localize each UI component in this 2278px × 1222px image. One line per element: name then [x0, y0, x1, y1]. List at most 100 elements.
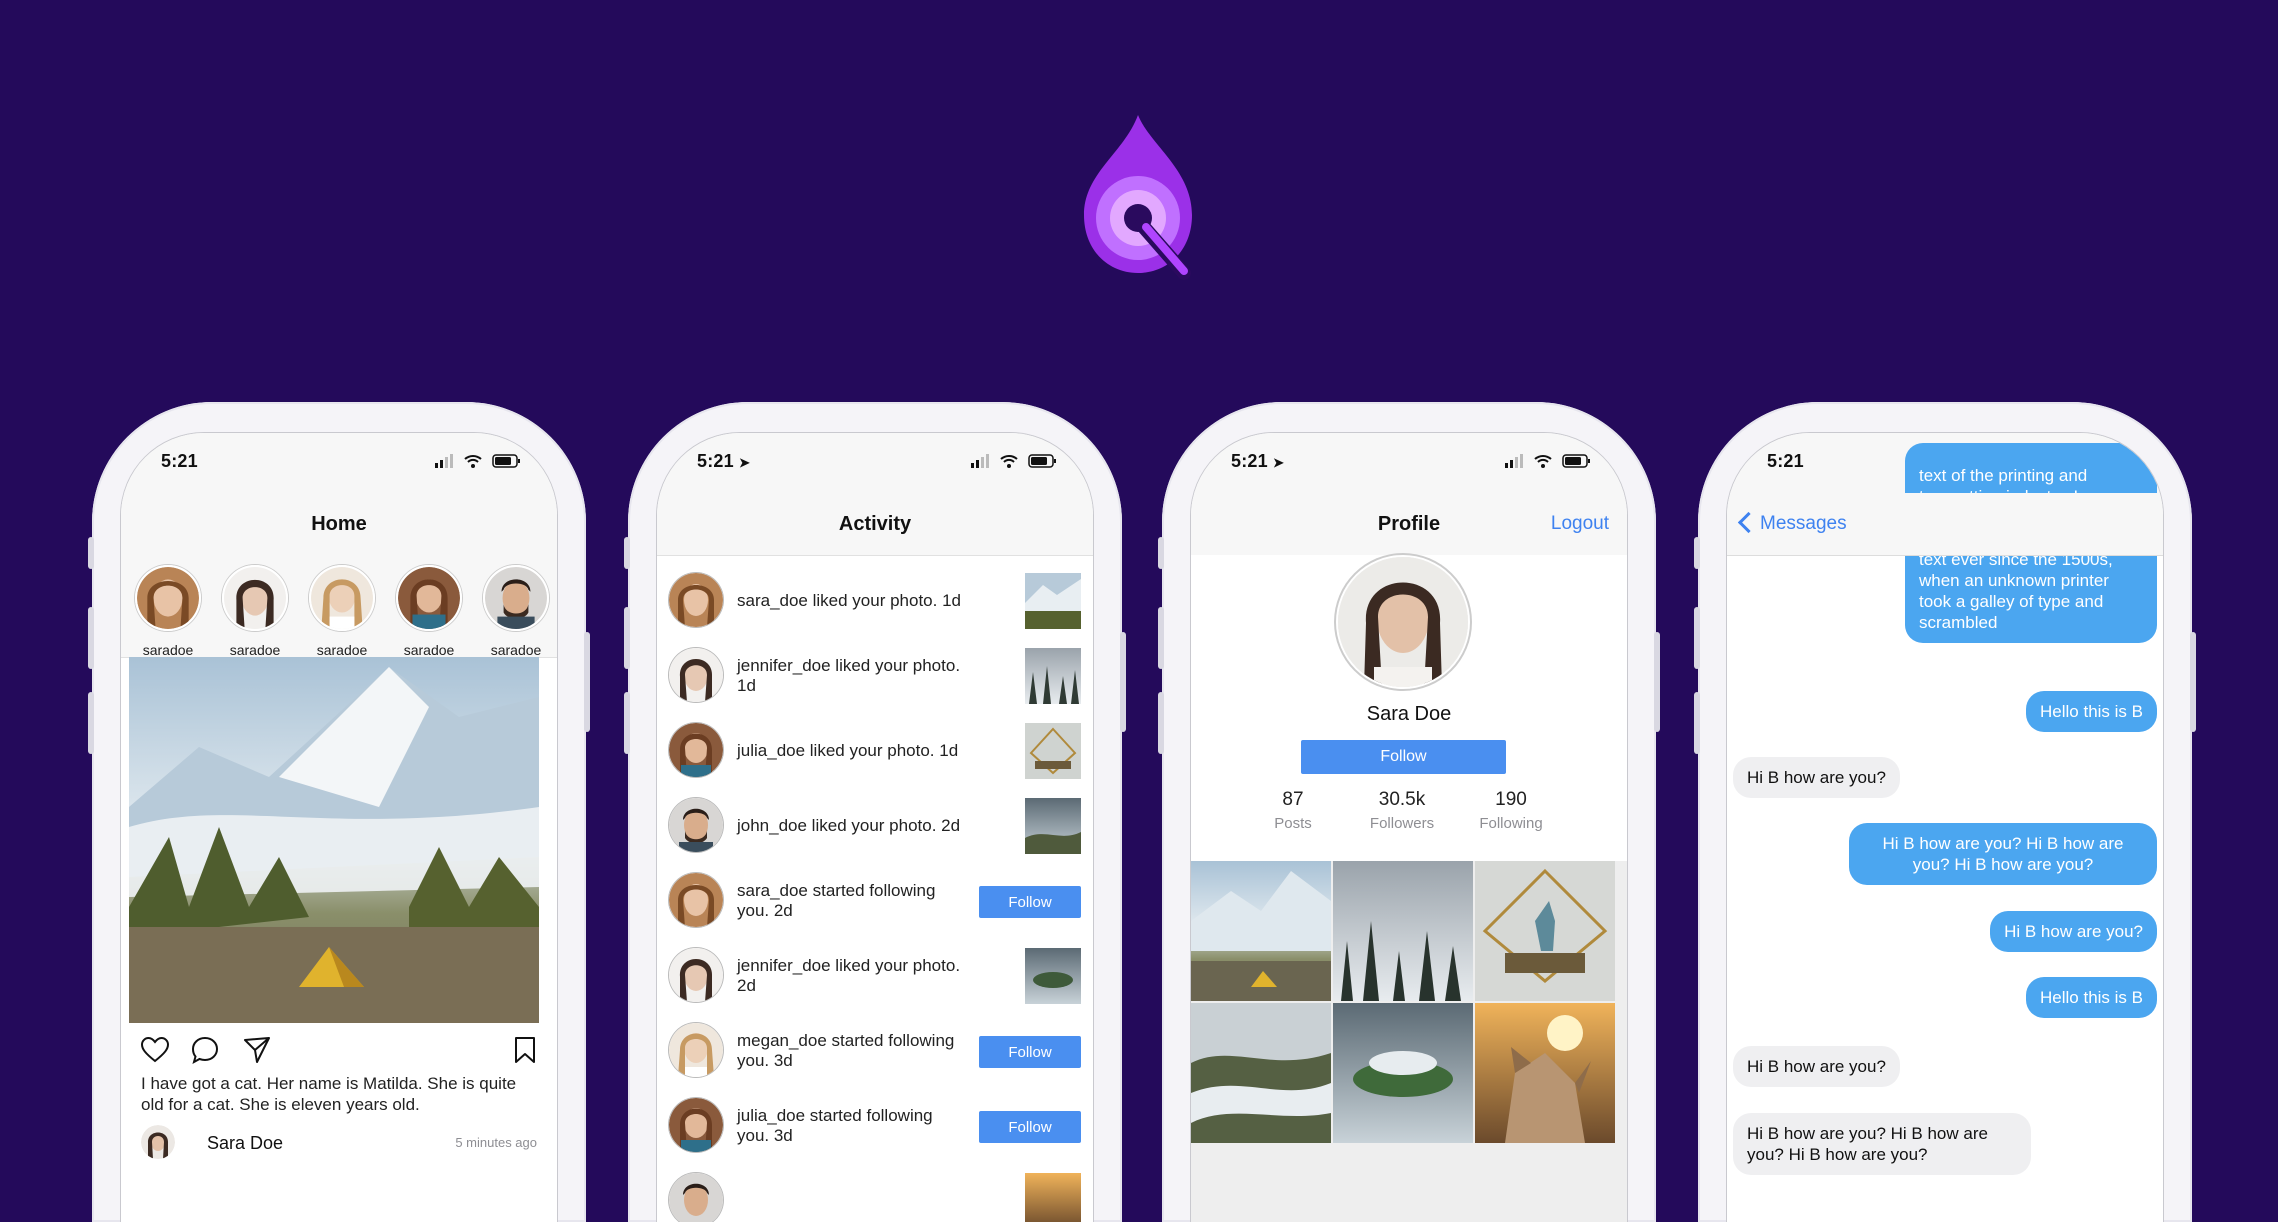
page-title: Activity — [838, 513, 912, 535]
activity-thumbnail[interactable] — [1025, 573, 1081, 629]
activity-item[interactable]: jennifer_doe liked your photo. 1d — [657, 638, 1093, 713]
stat-label: Following — [1479, 815, 1543, 832]
stat-posts[interactable]: 87 Posts — [1238, 789, 1348, 832]
app-logo-icon — [1084, 115, 1192, 280]
follow-button[interactable]: Follow — [979, 886, 1081, 918]
grid-photo[interactable] — [1475, 1003, 1615, 1143]
comment-icon[interactable] — [191, 1036, 219, 1064]
message-bubble-outgoing: Hello this is B — [2026, 977, 2157, 1018]
story-item[interactable]: saradoe — [220, 565, 290, 658]
activity-text: john_doe liked your photo. 2d — [737, 815, 961, 835]
post-author[interactable]: Sara Doe 5 minutes ago — [141, 1123, 537, 1163]
grid-photo[interactable] — [1191, 861, 1331, 1001]
activity-thumbnail[interactable] — [1025, 723, 1081, 779]
activity-text: sara_doe started following you. 2d — [737, 880, 936, 920]
stat-value: 190 — [1495, 789, 1527, 810]
follow-button[interactable]: Follow — [1301, 740, 1506, 774]
activity-thumbnail[interactable] — [1025, 1173, 1081, 1222]
avatar — [222, 565, 288, 631]
status-time: 5:21 ➤ — [1231, 451, 1285, 471]
avatar — [669, 1023, 723, 1077]
follow-button[interactable]: Follow — [979, 1036, 1081, 1068]
status-time: 5:21 — [1767, 451, 1804, 471]
stat-followers[interactable]: 30.5k Followers — [1347, 789, 1457, 832]
activity-item[interactable]: john_doe liked your photo. 2d — [657, 788, 1093, 863]
logout-button[interactable]: Logout — [1551, 513, 1609, 535]
post-caption: I have got a cat. Her name is Matilda. S… — [141, 1074, 517, 1114]
chevron-left-icon — [1737, 511, 1760, 534]
status-icons — [435, 454, 520, 468]
profile-avatar[interactable] — [1338, 557, 1468, 687]
post-timestamp: 5 minutes ago — [455, 1135, 537, 1150]
grid-photo[interactable] — [1191, 1003, 1331, 1143]
message-bubble-outgoing: Hi B how are you? Hi B how are you? Hi B… — [1849, 823, 2157, 885]
grid-photo[interactable] — [1333, 1003, 1473, 1143]
avatar — [483, 565, 549, 631]
story-item[interactable]: saradoe — [394, 565, 464, 658]
post-image[interactable] — [129, 657, 539, 1023]
story-item[interactable]: saradoe — [133, 565, 203, 658]
activity-text: sara_doe liked your photo. 1d — [737, 590, 961, 610]
back-button[interactable]: Messages — [1737, 511, 1847, 535]
activity-text: jennifer_doe liked your photo. 1d — [737, 655, 961, 695]
story-name: saradoe — [229, 642, 281, 658]
story-name: saradoe — [490, 642, 542, 658]
location-arrow-icon: ➤ — [1273, 455, 1285, 470]
activity-item[interactable]: megan_doe started following you. 3d Foll… — [657, 1013, 1093, 1088]
activity-navbar: Activity — [657, 493, 1093, 556]
avatar — [141, 1125, 175, 1159]
message-bubble-incoming: Hi B how are you? — [1733, 1046, 1900, 1087]
activity-item[interactable]: julia_doe liked your photo. 1d — [657, 713, 1093, 788]
status-icons — [971, 454, 1056, 468]
activity-thumbnail[interactable] — [1025, 648, 1081, 704]
story-item[interactable]: saradoe — [307, 565, 377, 658]
like-icon[interactable] — [141, 1037, 169, 1063]
activity-item[interactable]: sara_doe liked your photo. 1d — [657, 563, 1093, 638]
page-title: Home — [311, 513, 367, 535]
follow-button[interactable]: Follow — [979, 1111, 1081, 1143]
status-bar: 5:21 — [121, 433, 557, 493]
avatar — [669, 723, 723, 777]
grid-photo[interactable] — [1333, 861, 1473, 1001]
story-item[interactable]: saradoe — [481, 565, 551, 658]
back-label: Messages — [1760, 513, 1847, 534]
stories-bar[interactable]: saradoe saradoe saradoe saradoe saradoe — [121, 555, 557, 658]
phone-profile: 5:21 ➤ Profile Logout Sara Doe Follow 87… — [1158, 402, 1660, 1222]
activity-item[interactable]: jennifer_doe liked your photo. 2d — [657, 938, 1093, 1013]
activity-thumbnail[interactable] — [1025, 948, 1081, 1004]
activity-item-partial[interactable] — [657, 1163, 1093, 1222]
avatar — [396, 565, 462, 631]
activity-screen: 5:21 ➤ Activity sara_doe liked your phot… — [656, 432, 1094, 1222]
grid-photo[interactable] — [1475, 861, 1615, 1001]
share-icon[interactable] — [243, 1036, 271, 1064]
phone-activity: 5:21 ➤ Activity sara_doe liked your phot… — [624, 402, 1126, 1222]
avatar — [669, 798, 723, 852]
story-name: saradoe — [316, 642, 368, 658]
avatar — [669, 1173, 723, 1222]
status-bar: 5:21 ➤ — [657, 433, 1093, 493]
home-navbar: Home — [121, 493, 557, 555]
post-actions — [141, 1035, 537, 1067]
message-bubble-outgoing: Hello this is B — [2026, 691, 2157, 732]
profile-name: Sara Doe — [1366, 703, 1452, 725]
activity-thumbnail[interactable] — [1025, 798, 1081, 854]
chat-screen: 5:21 text of the printing and typesettin… — [1726, 432, 2164, 1222]
post-author-name: Sara Doe — [207, 1133, 284, 1153]
avatar — [669, 873, 723, 927]
story-name: saradoe — [403, 642, 455, 658]
stat-value: 87 — [1282, 789, 1304, 810]
stat-value: 30.5k — [1378, 789, 1426, 810]
bookmark-icon[interactable] — [513, 1036, 537, 1064]
status-time: 5:21 ➤ — [697, 451, 751, 471]
status-time: 5:21 — [161, 451, 198, 471]
status-bar: 5:21 ➤ — [1191, 433, 1627, 493]
activity-text: jennifer_doe liked your photo. 2d — [737, 955, 961, 995]
activity-item[interactable]: sara_doe started following you. 2d Follo… — [657, 863, 1093, 938]
activity-item[interactable]: julia_doe started following you. 3d Foll… — [657, 1088, 1093, 1163]
home-screen: 5:21 Home saradoe saradoe saradoe sarado… — [120, 432, 558, 1222]
avatar — [135, 565, 201, 631]
story-name: saradoe — [142, 642, 194, 658]
photo-grid — [1191, 861, 1627, 1222]
profile-screen: 5:21 ➤ Profile Logout Sara Doe Follow 87… — [1190, 432, 1628, 1222]
stat-following[interactable]: 190 Following — [1456, 789, 1566, 832]
